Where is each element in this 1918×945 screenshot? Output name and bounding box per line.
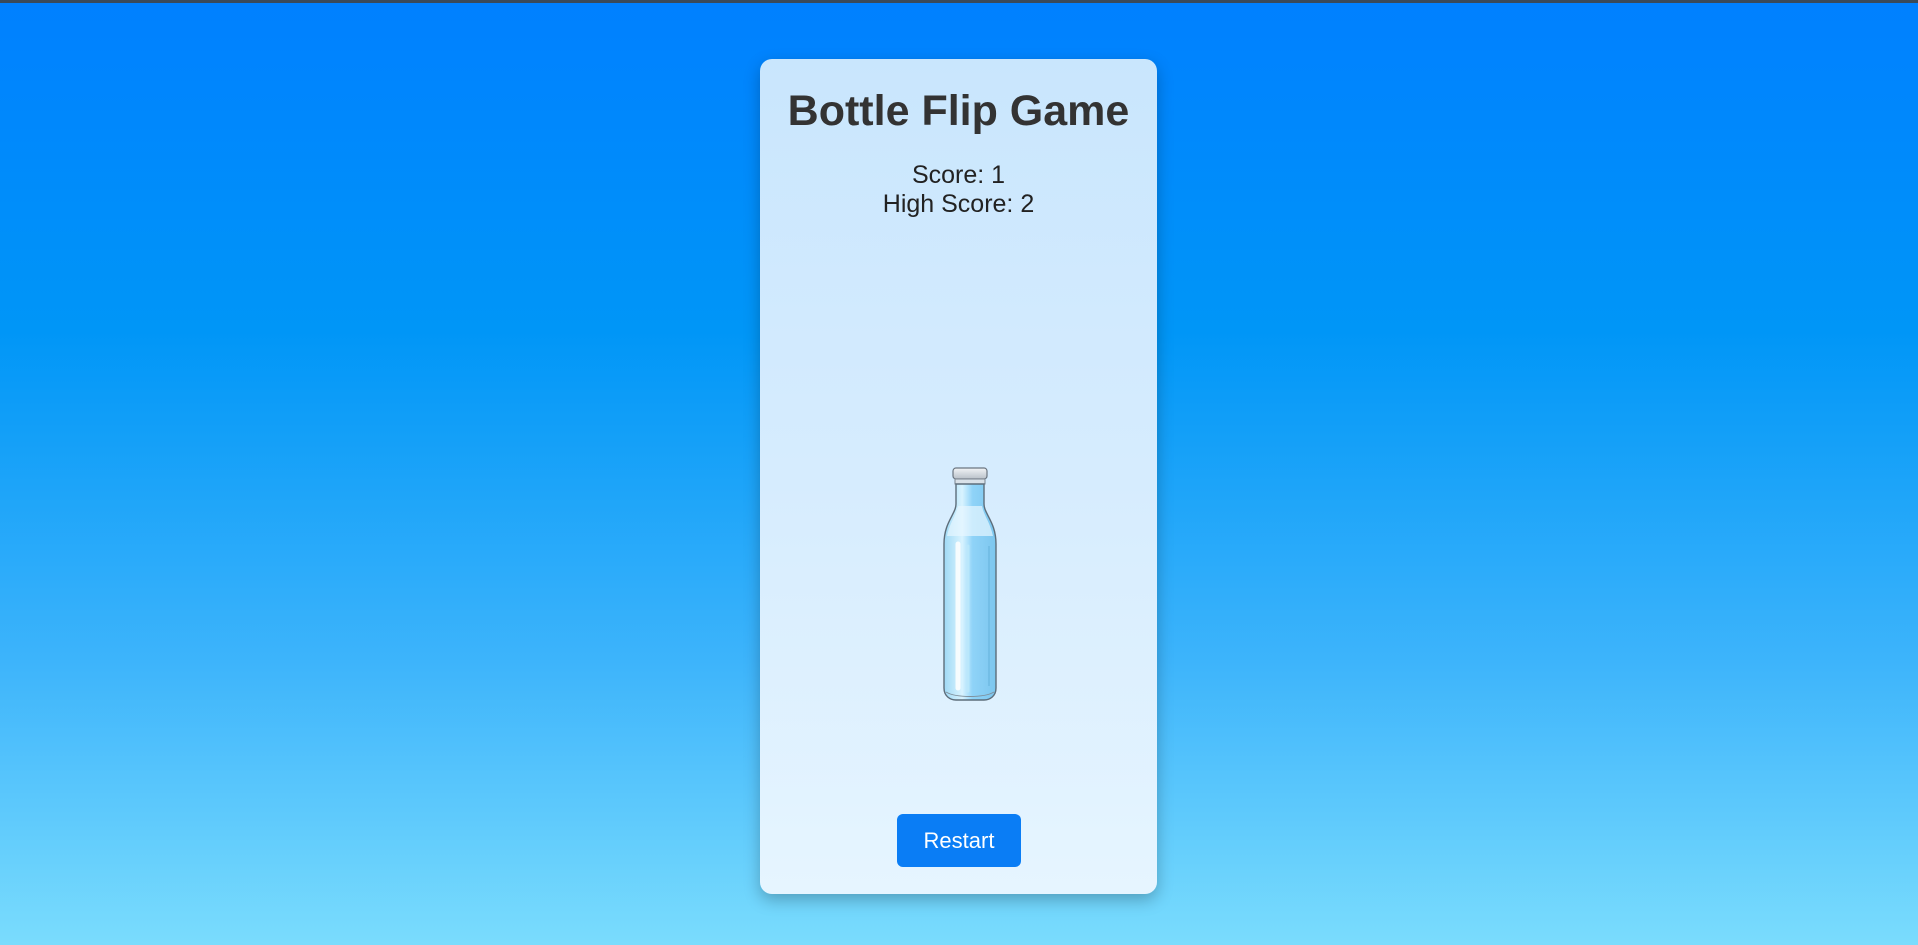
high-score-display: High Score: 2 xyxy=(882,190,1035,218)
water-bottle-icon[interactable] xyxy=(938,466,1004,702)
window-top-border xyxy=(0,0,1918,3)
score-display: Score: 1 xyxy=(911,161,1006,189)
game-title: Bottle Flip Game xyxy=(787,87,1130,135)
game-panel: Bottle Flip Game Score: 1 High Score: 2 xyxy=(760,59,1157,894)
restart-button[interactable]: Restart xyxy=(897,814,1021,867)
